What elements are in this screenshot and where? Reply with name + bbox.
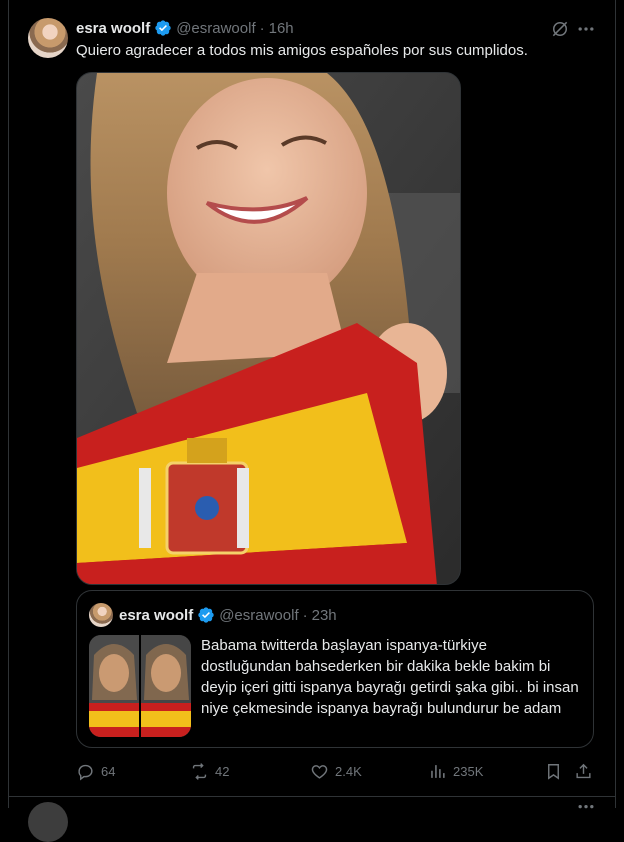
reply-icon bbox=[78, 764, 93, 780]
tweet-action-bar: 64 42 2.4K 235K bbox=[76, 754, 596, 788]
quoted-tweet-thumbnail bbox=[89, 635, 191, 737]
quoted-header-separator: · bbox=[302, 606, 308, 624]
tweet-photo[interactable] bbox=[76, 72, 461, 585]
next-tweet-avatar[interactable] bbox=[28, 802, 68, 842]
reply-button[interactable]: 64 bbox=[76, 754, 115, 788]
heart-icon bbox=[311, 764, 328, 779]
photo-illustration bbox=[77, 73, 460, 584]
verified-badge-icon bbox=[155, 20, 171, 36]
bookmark-button[interactable] bbox=[544, 754, 569, 788]
repost-icon bbox=[192, 762, 207, 780]
header-separator: · bbox=[259, 19, 265, 37]
verified-badge-icon bbox=[198, 607, 214, 623]
grok-icon[interactable] bbox=[550, 19, 570, 39]
analytics-icon bbox=[431, 764, 445, 778]
share-button[interactable] bbox=[574, 754, 599, 788]
quoted-tweet-header: esra woolf @esrawoolf · 23h bbox=[119, 603, 337, 627]
bookmark-icon bbox=[548, 763, 559, 780]
share-icon bbox=[576, 763, 591, 778]
tweet-header: esra woolf @esrawoolf · 16h bbox=[76, 18, 294, 38]
quoted-tweet-text: Babama twitterda başlayan ispanya-türkiy… bbox=[201, 637, 579, 717]
quoted-author-avatar bbox=[89, 603, 113, 627]
author-name[interactable]: esra woolf bbox=[76, 20, 150, 37]
view-count: 235K bbox=[453, 763, 484, 779]
author-handle[interactable]: @esrawoolf bbox=[176, 20, 255, 37]
more-icon[interactable] bbox=[576, 19, 596, 39]
reply-count: 64 bbox=[101, 763, 116, 779]
quoted-author-handle: @esrawoolf bbox=[219, 606, 299, 624]
like-button[interactable]: 2.4K bbox=[310, 754, 362, 788]
like-count: 2.4K bbox=[335, 763, 362, 779]
quoted-tweet[interactable]: esra woolf @esrawoolf · 23h Babama twitt… bbox=[76, 590, 594, 748]
tweet-text: Quiero agradecer a todos mis amigos espa… bbox=[76, 42, 528, 59]
repost-button[interactable]: 42 bbox=[190, 754, 229, 788]
views-button[interactable]: 235K bbox=[428, 754, 483, 788]
tweet-timestamp[interactable]: 16h bbox=[269, 20, 294, 37]
tweet-divider bbox=[8, 796, 616, 797]
quoted-tweet-timestamp: 23h bbox=[311, 606, 337, 624]
quoted-author-name: esra woolf bbox=[119, 606, 194, 624]
repost-count: 42 bbox=[215, 763, 230, 779]
author-avatar[interactable] bbox=[28, 18, 68, 58]
